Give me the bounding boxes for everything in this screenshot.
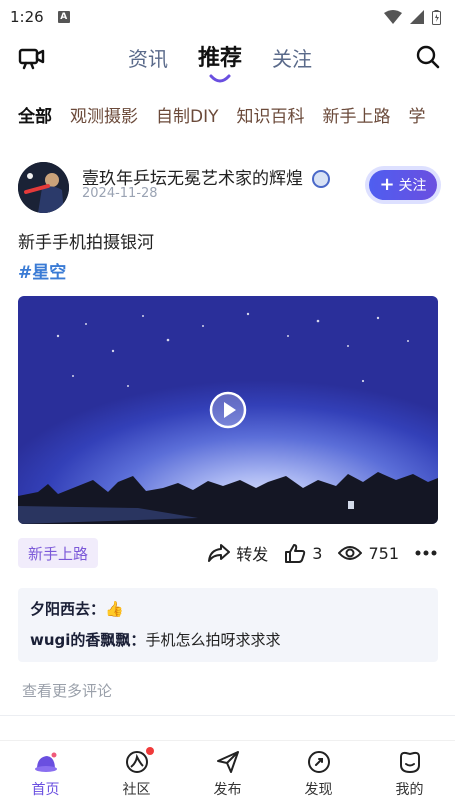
bottom-nav-publish[interactable]: 发布 bbox=[182, 741, 273, 800]
post-header: 壹玖年乒坛无冕艺术家的辉煌 2024-11-28 + 关注 bbox=[18, 160, 437, 216]
comment-username[interactable]: wugi的香飘飘 bbox=[30, 631, 130, 649]
bottom-nav-label: 首页 bbox=[31, 782, 60, 798]
action-group: 转发 3 751 bbox=[208, 538, 437, 568]
avatar-image bbox=[18, 162, 69, 213]
notification-icon: A bbox=[57, 11, 70, 23]
publish-icon bbox=[216, 751, 239, 773]
views-indicator: 751 bbox=[338, 544, 399, 563]
share-label: 转发 bbox=[236, 545, 269, 564]
category-knowledge[interactable]: 知识百科 bbox=[237, 102, 305, 130]
like-count: 3 bbox=[312, 543, 323, 563]
wifi-icon bbox=[384, 10, 402, 24]
status-time: 1:26 bbox=[10, 8, 44, 26]
discover-icon bbox=[307, 751, 330, 773]
bottom-nav-label: 发现 bbox=[304, 782, 333, 798]
comment-username[interactable]: 夕阳西去 bbox=[30, 600, 90, 618]
top-nav: 资讯 推荐 关注 bbox=[0, 34, 455, 84]
bottom-nav-label: 发布 bbox=[213, 782, 242, 798]
plus-icon: + bbox=[379, 174, 395, 195]
bottom-nav-label: 社区 bbox=[122, 782, 151, 798]
comment-separator: ： bbox=[90, 600, 106, 618]
post-title[interactable]: 新手手机拍摄银河 bbox=[18, 228, 154, 253]
status-bar: 1:26 A bbox=[0, 0, 455, 34]
post-hashtag[interactable]: #星空 bbox=[18, 258, 66, 283]
category-more[interactable]: 学 bbox=[409, 102, 426, 130]
comment-item: 夕阳西去：👍 bbox=[30, 598, 426, 619]
video-icon[interactable] bbox=[18, 44, 46, 72]
view-count: 751 bbox=[368, 543, 399, 563]
profile-icon bbox=[399, 751, 420, 774]
home-planet-icon bbox=[34, 752, 57, 772]
comment-item: wugi的香飘飘：手机怎么拍呀求求求 bbox=[30, 629, 426, 650]
notification-dot bbox=[146, 747, 155, 755]
tab-news[interactable]: 资讯 bbox=[128, 43, 168, 72]
tab-recommend[interactable]: 推荐 bbox=[198, 40, 243, 83]
share-icon bbox=[208, 544, 231, 562]
category-diy[interactable]: 自制DIY bbox=[156, 102, 219, 130]
more-icon[interactable] bbox=[415, 550, 437, 556]
battery-icon bbox=[432, 9, 441, 25]
divider bbox=[0, 715, 455, 716]
category-beginner[interactable]: 新手上路 bbox=[323, 102, 391, 130]
tab-following[interactable]: 关注 bbox=[272, 43, 312, 72]
avatar[interactable] bbox=[18, 162, 69, 213]
tab-recommend-label: 推荐 bbox=[198, 46, 243, 71]
follow-label: 关注 bbox=[398, 178, 427, 194]
topic-pill[interactable]: 新手上路 bbox=[18, 538, 99, 568]
nav-tabs: 资讯 推荐 关注 bbox=[128, 40, 312, 83]
category-row: 全部 观测摄影 自制DIY 知识百科 新手上路 学 bbox=[18, 102, 455, 130]
thumbs-up-icon bbox=[285, 544, 306, 563]
bottom-nav: 首页 社区 发布 发现 我的 bbox=[0, 740, 455, 800]
verified-badge-icon bbox=[312, 170, 331, 188]
bottom-nav-community[interactable]: 社区 bbox=[91, 741, 182, 800]
comment-text: 👍 bbox=[105, 600, 124, 618]
play-icon[interactable] bbox=[208, 390, 248, 430]
bottom-nav-profile[interactable]: 我的 bbox=[364, 741, 455, 800]
post-date: 2024-11-28 bbox=[82, 186, 158, 201]
more-comments-link[interactable]: 查看更多评论 bbox=[22, 680, 112, 701]
bottom-nav-label: 我的 bbox=[395, 782, 424, 798]
search-icon[interactable] bbox=[415, 44, 441, 70]
bottom-nav-home[interactable]: 首页 bbox=[0, 741, 91, 800]
comment-text: 手机怎么拍呀求求求 bbox=[145, 631, 281, 649]
comments-preview[interactable]: 夕阳西去：👍 wugi的香飘飘：手机怎么拍呀求求求 bbox=[18, 588, 438, 662]
follow-button[interactable]: + 关注 bbox=[369, 170, 437, 200]
post-actions: 新手上路 转发 3 751 bbox=[18, 538, 437, 568]
bottom-nav-discover[interactable]: 发现 bbox=[273, 741, 364, 800]
category-observation[interactable]: 观测摄影 bbox=[70, 102, 138, 130]
tab-active-indicator bbox=[209, 74, 231, 83]
signal-icon bbox=[410, 10, 424, 24]
video-player[interactable] bbox=[18, 296, 438, 524]
eye-icon bbox=[338, 546, 363, 560]
like-button[interactable]: 3 bbox=[284, 543, 322, 563]
comment-separator: ： bbox=[130, 631, 146, 649]
category-all[interactable]: 全部 bbox=[18, 102, 52, 130]
status-icons bbox=[384, 9, 441, 25]
share-button[interactable]: 转发 bbox=[208, 541, 268, 565]
